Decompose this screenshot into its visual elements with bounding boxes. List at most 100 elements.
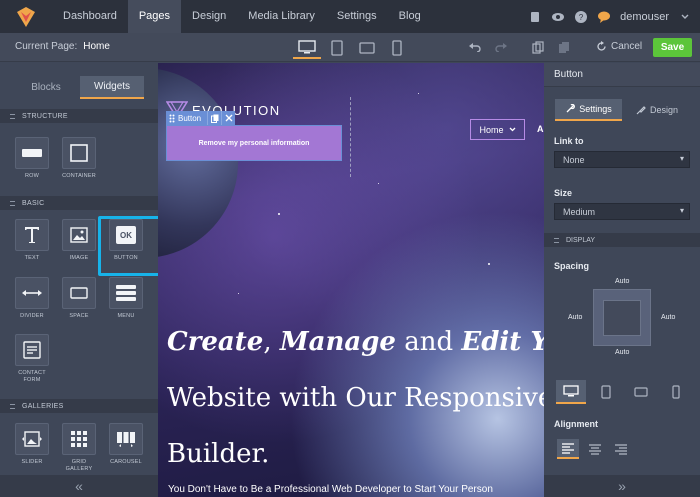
menu-icon xyxy=(116,285,136,301)
hero-subtext[interactable]: You Don't Have to Be a Professional Web … xyxy=(168,484,493,495)
collapse-panel-button[interactable]: « xyxy=(0,475,158,497)
book-icon[interactable] xyxy=(528,10,542,24)
display-mobile-button[interactable] xyxy=(661,380,691,404)
user-name[interactable]: demouser xyxy=(620,11,669,23)
widget-menu-label: MENU xyxy=(117,313,135,319)
mobile-icon xyxy=(392,39,402,56)
mobile-icon xyxy=(672,385,680,399)
widget-slider[interactable]: SLIDER xyxy=(15,423,49,466)
grid-gallery-icon xyxy=(71,431,87,447)
tab-settings[interactable]: Settings xyxy=(555,99,622,121)
tab-design-label: Design xyxy=(650,105,679,115)
widget-text[interactable]: TEXT xyxy=(15,219,49,262)
display-desktop-button[interactable] xyxy=(556,380,586,404)
widget-drag-handle[interactable]: Button xyxy=(166,114,207,123)
tab-widgets[interactable]: Widgets xyxy=(80,76,144,99)
page-canvas[interactable]: EVOLUTION Home Ab Button Remove my perso… xyxy=(158,63,544,497)
section-basic[interactable]: BASIC xyxy=(0,196,158,210)
close-icon xyxy=(225,114,233,122)
alignment-label: Alignment xyxy=(554,419,598,429)
spacing-left[interactable]: Auto xyxy=(568,314,582,321)
brush-icon xyxy=(636,106,646,115)
site-menu-home[interactable]: Home xyxy=(470,119,525,140)
tablet-landscape-icon xyxy=(359,41,375,54)
nav-dashboard[interactable]: Dashboard xyxy=(52,0,128,33)
cancel-button[interactable]: Cancel xyxy=(596,41,642,52)
widget-row[interactable]: ROW xyxy=(15,137,49,180)
user-menu-chevron-icon[interactable] xyxy=(678,10,692,24)
canvas-button-widget[interactable]: Remove my personal information xyxy=(166,125,342,161)
tablet-portrait-button[interactable] xyxy=(323,36,351,59)
nav-settings[interactable]: Settings xyxy=(326,0,388,33)
top-navbar: Dashboard Pages Design Media Library Set… xyxy=(0,0,700,33)
button-widget-highlight xyxy=(98,216,164,276)
headline-and: and xyxy=(404,327,454,357)
section-galleries[interactable]: GALLERIES xyxy=(0,399,158,413)
mobile-view-button[interactable] xyxy=(383,36,411,59)
paste-button[interactable] xyxy=(556,39,572,55)
widget-image[interactable]: IMAGE xyxy=(62,219,96,262)
widget-divider[interactable]: DIVIDER xyxy=(15,277,49,320)
hero-headline-line1[interactable]: Create, Manage and Edit You xyxy=(167,327,544,357)
undo-icon xyxy=(469,43,481,52)
widget-space[interactable]: SPACE xyxy=(62,277,96,320)
desktop-view-button[interactable] xyxy=(293,36,321,59)
chat-icon[interactable] xyxy=(597,10,611,24)
text-icon xyxy=(25,227,39,243)
display-tablet-landscape-button[interactable] xyxy=(626,380,656,404)
current-page: Current Page: Home xyxy=(15,41,110,52)
tablet-landscape-button[interactable] xyxy=(353,36,381,59)
size-select[interactable]: Medium xyxy=(554,203,690,220)
padding-box[interactable] xyxy=(603,300,641,336)
chevron-down-icon xyxy=(509,127,515,132)
space-icon xyxy=(70,287,88,299)
section-display[interactable]: DISPLAY xyxy=(544,233,700,247)
tablet-icon xyxy=(331,39,343,56)
align-left-button[interactable] xyxy=(557,439,579,459)
nav-pages[interactable]: Pages xyxy=(127,0,182,33)
redo-button[interactable] xyxy=(493,39,509,55)
tab-design[interactable]: Design xyxy=(636,99,678,121)
nav-blog[interactable]: Blog xyxy=(388,0,432,33)
widget-contact-form[interactable]: CONTACT FORM xyxy=(15,334,49,384)
headline-comma: , xyxy=(263,327,272,357)
widget-container[interactable]: CONTAINER xyxy=(62,137,96,180)
save-button[interactable]: Save xyxy=(653,38,692,57)
section-structure-label: STRUCTURE xyxy=(22,112,68,120)
hero-headline-line3[interactable]: Builder. xyxy=(167,439,269,469)
nav-design[interactable]: Design xyxy=(181,0,237,33)
spacing-right[interactable]: Auto xyxy=(661,314,675,321)
eye-icon[interactable] xyxy=(551,10,565,24)
widget-carousel[interactable]: CAROUSEL xyxy=(109,423,143,466)
delete-widget-button[interactable] xyxy=(221,111,235,125)
display-tablet-button[interactable] xyxy=(591,380,621,404)
expand-panel-button[interactable]: » xyxy=(544,475,700,497)
planet-background xyxy=(158,68,238,258)
column-divider xyxy=(350,97,351,177)
widget-menu[interactable]: MENU xyxy=(109,277,143,320)
headline-manage: Manage xyxy=(279,327,396,357)
section-galleries-label: GALLERIES xyxy=(22,402,64,410)
tab-blocks[interactable]: Blocks xyxy=(14,76,78,99)
widget-grid-gallery[interactable]: GRID GALLERY xyxy=(62,423,96,473)
spacing-bottom[interactable]: Auto xyxy=(615,349,629,356)
duplicate-widget-button[interactable] xyxy=(207,111,221,125)
nav-media-library[interactable]: Media Library xyxy=(237,0,326,33)
site-menu-next[interactable]: Ab xyxy=(537,124,544,134)
app-logo[interactable] xyxy=(0,0,52,33)
selected-widget-name: Button xyxy=(178,113,202,123)
copy-button[interactable] xyxy=(530,39,546,55)
link-to-select[interactable]: None xyxy=(554,151,690,168)
align-left-icon xyxy=(562,443,574,454)
hero-headline-line2[interactable]: Website with Our Responsive xyxy=(167,383,544,413)
align-center-button[interactable] xyxy=(584,439,606,459)
current-page-value: Home xyxy=(83,41,110,52)
undo-button[interactable] xyxy=(467,39,483,55)
slider-icon xyxy=(22,431,42,447)
spacing-top[interactable]: Auto xyxy=(615,278,629,285)
section-structure[interactable]: STRUCTURE xyxy=(0,109,158,123)
align-right-button[interactable] xyxy=(610,439,632,459)
properties-panel: Button Settings Design Link to None Size… xyxy=(544,63,700,497)
container-icon xyxy=(70,144,88,162)
help-icon[interactable]: ? xyxy=(574,10,588,24)
